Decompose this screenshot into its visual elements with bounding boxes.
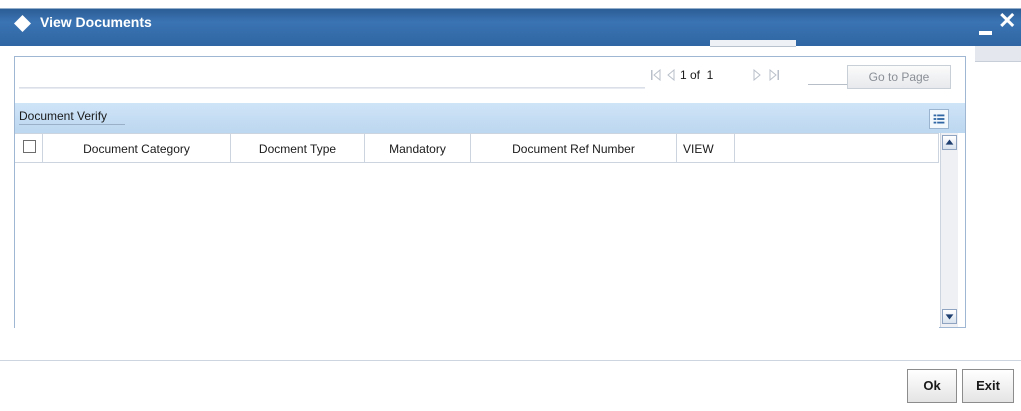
grid-title: Document Verify (19, 109, 108, 123)
previous-page-icon[interactable] (666, 69, 676, 81)
pager-row: 1 of 1 Go to Page (15, 61, 965, 91)
go-to-page-button[interactable]: Go to Page (847, 65, 951, 89)
grid-header-bar: Document Verify (15, 103, 965, 133)
pager-divider (19, 87, 645, 89)
minimize-button[interactable] (979, 31, 992, 35)
exit-button[interactable]: Exit (962, 369, 1014, 403)
grid-title-underline (19, 124, 125, 125)
documents-panel: 1 of 1 Go to Page Document Verify Docume… (14, 56, 966, 329)
ok-button[interactable]: Ok (907, 369, 957, 403)
column-header-document-type[interactable]: Docment Type (231, 134, 365, 163)
close-button[interactable]: ✕ (998, 10, 1016, 32)
scroll-down-icon[interactable] (942, 309, 957, 324)
first-page-icon[interactable] (651, 69, 661, 81)
page-status: 1 of 1 (680, 68, 714, 82)
select-all-checkbox[interactable] (23, 140, 36, 153)
footer: Ok Exit (0, 361, 1021, 411)
column-header-document-ref-number[interactable]: Document Ref Number (471, 134, 677, 163)
column-header-view[interactable]: VIEW (677, 134, 735, 163)
column-header-document-category[interactable]: Document Category (43, 134, 231, 163)
next-page-icon[interactable] (752, 69, 762, 81)
logo-diamond-icon (14, 15, 31, 32)
title-bar: View Documents ✕ (0, 0, 1021, 46)
window-title: View Documents (40, 14, 152, 30)
grid-body (15, 163, 939, 329)
grid-column-header: Document Category Docment Type Mandatory… (15, 133, 939, 163)
vertical-scrollbar[interactable] (940, 133, 958, 327)
right-strip (972, 46, 1021, 360)
grid-options-icon[interactable] (929, 109, 949, 129)
page-number-input[interactable] (808, 67, 848, 85)
scroll-up-icon[interactable] (942, 135, 957, 150)
top-tab (710, 40, 796, 47)
last-page-icon[interactable] (769, 69, 779, 81)
select-all-cell (15, 134, 43, 163)
column-header-mandatory[interactable]: Mandatory (365, 134, 471, 163)
column-header-filler (735, 134, 939, 163)
right-tab (975, 46, 1021, 62)
